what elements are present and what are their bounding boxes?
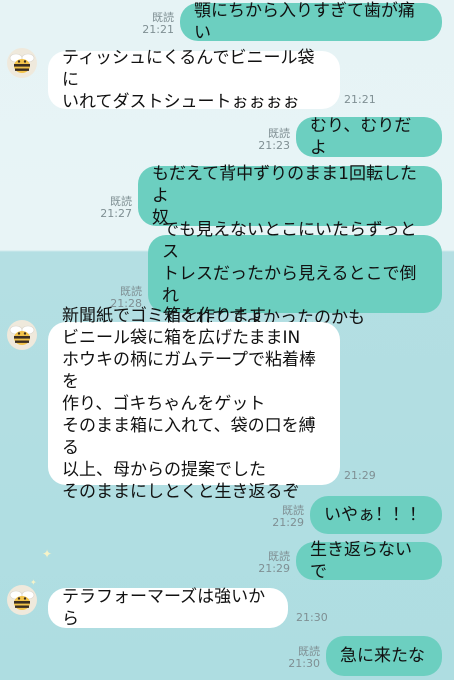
outgoing-message-bubble[interactable]: もだえて背中ずりのまま1回転したよ 奴	[138, 164, 442, 228]
message-text: 急に来たな	[340, 646, 425, 666]
message-time: 21:27	[100, 207, 132, 220]
message-time: 21:30	[288, 657, 320, 670]
message-meta: 既読 21:27	[86, 196, 132, 220]
message-time: 21:30	[296, 611, 328, 624]
bee-avatar-icon[interactable]	[7, 48, 37, 78]
outgoing-message-bubble[interactable]: 生き返らないで	[296, 540, 442, 582]
message-text: ティッシュにくるんでビニール袋に いれてダストシュートぉぉぉぉ	[62, 48, 315, 112]
outgoing-message-bubble[interactable]: でも見えないとこにいたらずっとス トレスだったから見えるとこで倒れ てくれててよ…	[148, 220, 442, 328]
message-meta: 21:30	[296, 612, 342, 624]
message-meta: 既読 21:21	[128, 12, 174, 36]
outgoing-message-bubble[interactable]: 急に来たな	[326, 636, 442, 676]
bee-avatar-icon[interactable]	[7, 585, 37, 615]
star-icon: ✦	[42, 547, 53, 561]
message-text: 生き返らないで	[310, 540, 412, 582]
message-time: 21:29	[258, 562, 290, 575]
message-meta: 既読 21:30	[274, 646, 320, 670]
message-time: 21:29	[272, 516, 304, 529]
incoming-message-bubble[interactable]: テラフォーマーズは強いから	[48, 587, 288, 629]
message-meta: 21:21	[344, 94, 390, 106]
incoming-message-bubble[interactable]: ティッシュにくるんでビニール袋に いれてダストシュートぉぉぉぉ	[48, 48, 340, 112]
message-text: いやぁ！！！	[324, 505, 426, 525]
outgoing-message-bubble[interactable]: 顎にちから入りすぎて歯が痛い	[180, 1, 442, 43]
message-meta: 既読 21:23	[244, 128, 290, 152]
incoming-message-bubble[interactable]: 新聞紙でゴミ箱を作ります ビニール袋に箱を広げたままIN ホウキの柄にガムテープ…	[48, 306, 340, 502]
message-text: テラフォーマーズは強いから	[62, 587, 266, 629]
star-icon: ✦	[30, 578, 37, 587]
bee-avatar-icon[interactable]	[7, 320, 37, 350]
message-time: 21:21	[344, 93, 376, 106]
message-time: 21:21	[142, 23, 174, 36]
outgoing-message-bubble[interactable]: いやぁ！！！	[310, 496, 442, 534]
message-text: むり、むりだよ	[310, 116, 412, 158]
message-text: 顎にちから入りすぎて歯が痛い	[194, 1, 415, 43]
message-meta: 既読 21:29	[244, 551, 290, 575]
message-time: 21:23	[258, 139, 290, 152]
message-time: 21:29	[344, 469, 376, 482]
message-text: 新聞紙でゴミ箱を作ります ビニール袋に箱を広げたままIN ホウキの柄にガムテープ…	[62, 305, 316, 502]
message-meta: 既読 21:29	[258, 505, 304, 529]
outgoing-message-bubble[interactable]: むり、むりだよ	[296, 116, 442, 158]
message-meta: 21:29	[344, 470, 390, 482]
chat-view: 顎にちから入りすぎて歯が痛い 既読 21:21 ティッシュにくるんでビニール袋に…	[0, 0, 454, 680]
